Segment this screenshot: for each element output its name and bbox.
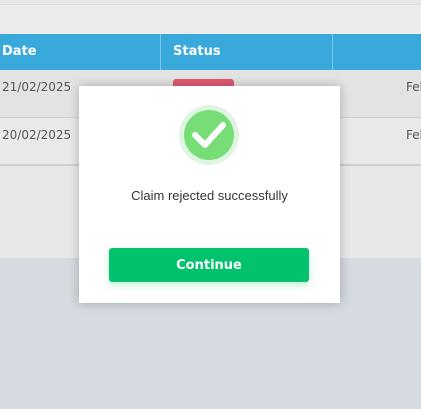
- success-message: Claim rejected successfully: [131, 188, 288, 203]
- date-cell: 20/02/2025: [2, 128, 72, 142]
- success-dialog: Claim rejected successfully Continue: [79, 86, 340, 303]
- success-icon-ring: [179, 105, 239, 165]
- toolbar-strip: [0, 4, 421, 35]
- column-header-status[interactable]: Status: [160, 34, 333, 70]
- trailing-cell: Feb: [406, 80, 421, 94]
- date-cell: 21/02/2025: [2, 80, 72, 94]
- continue-button[interactable]: Continue: [109, 248, 309, 282]
- column-header-extra[interactable]: [332, 34, 421, 70]
- check-icon: [184, 110, 234, 160]
- trailing-cell: Feb: [406, 128, 421, 142]
- column-header-date[interactable]: Date: [0, 34, 160, 70]
- table-header: Date Status: [0, 34, 421, 70]
